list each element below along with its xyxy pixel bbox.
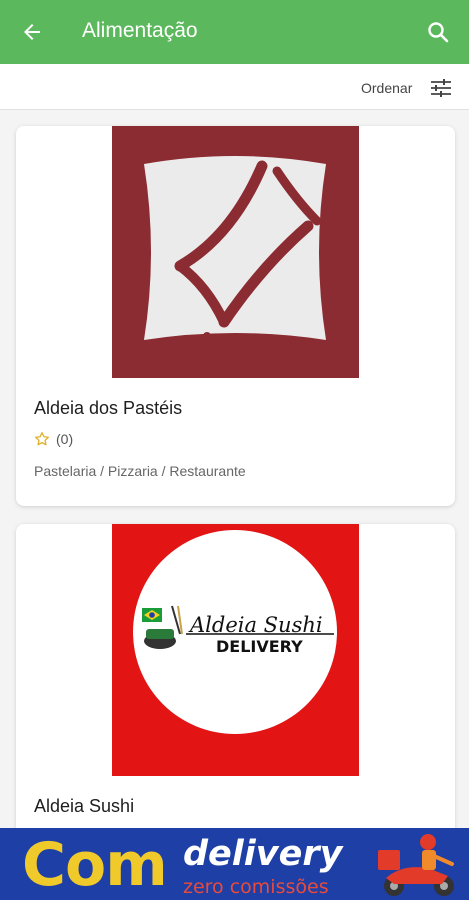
store-logo-image bbox=[112, 126, 359, 378]
page-title: Alimentação bbox=[82, 19, 198, 42]
store-card[interactable]: Aldeia dos Pastéis (0) Pastelaria / Pizz… bbox=[16, 126, 455, 506]
app-bar: Alimentação bbox=[0, 0, 469, 64]
rating-count: (0) bbox=[56, 431, 74, 447]
store-card[interactable]: Aldeia Sushi DELIVERY Aldeia Sushi bbox=[16, 524, 455, 854]
logo-delivery-text: DELIVERY bbox=[216, 637, 303, 656]
store-rating: (0) bbox=[34, 431, 73, 447]
search-icon[interactable] bbox=[426, 20, 450, 44]
tune-sliders-icon[interactable] bbox=[430, 79, 452, 97]
banner-subtitle: zero comissões bbox=[183, 876, 329, 898]
sort-bar: Ordenar bbox=[0, 64, 469, 110]
brazil-flag-icon bbox=[142, 608, 162, 622]
delivery-scooter-icon bbox=[378, 834, 454, 896]
arrow-left-icon[interactable] bbox=[20, 20, 44, 44]
store-name: Aldeia dos Pastéis bbox=[34, 398, 183, 418]
store-category: Pastelaria / Pizzaria / Restaurante bbox=[34, 463, 246, 479]
banner-word-com: Com bbox=[22, 830, 168, 900]
store-logo-image: Aldeia Sushi DELIVERY bbox=[112, 524, 359, 776]
banner-word-delivery: delivery bbox=[183, 834, 343, 874]
store-name: Aldeia Sushi bbox=[34, 796, 135, 816]
sort-button-label[interactable]: Ordenar bbox=[361, 80, 412, 96]
ad-banner[interactable]: Com delivery zero comissões bbox=[0, 828, 469, 900]
star-outline-icon bbox=[35, 432, 49, 446]
